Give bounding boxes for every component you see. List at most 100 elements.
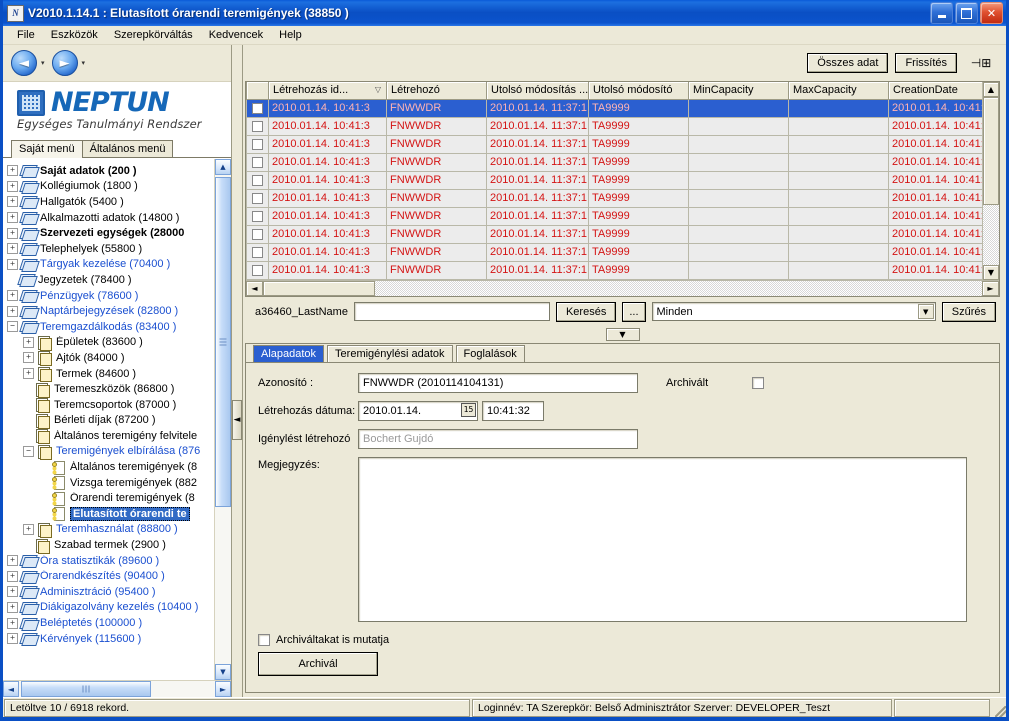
chevron-down-icon[interactable]: ▼ xyxy=(605,328,640,341)
back-icon[interactable]: ◄ xyxy=(11,50,37,76)
row-checkbox[interactable] xyxy=(252,192,263,204)
filter-button[interactable]: Szűrés xyxy=(941,301,996,322)
splitter-collapse-handle[interactable]: ◄ xyxy=(232,400,242,440)
tree-vertical-scrollbar[interactable]: ▲ ▼ xyxy=(214,159,231,680)
tree-item[interactable]: + Pénzügyek (78600 ) xyxy=(7,288,214,304)
note-textarea[interactable] xyxy=(358,456,967,622)
chevron-down-icon[interactable]: ▼ xyxy=(917,304,934,319)
tree-item[interactable]: + Óra statisztikák (89600 ) xyxy=(7,553,214,569)
grid-column-header[interactable]: Létrehozás id... ▽ xyxy=(268,82,387,100)
tree-item[interactable]: + Diákigazolvány kezelés (10400 ) xyxy=(7,600,214,616)
row-checkbox[interactable] xyxy=(252,174,263,186)
tree-item[interactable]: Általános teremigény felvitele xyxy=(7,428,214,445)
grid-column-header[interactable]: CreationDate xyxy=(888,82,982,100)
close-button[interactable]: ✕ xyxy=(980,2,1003,24)
table-row[interactable]: 2010.01.14. 10:41:3 FNWWDR 2010.01.14. 11:… xyxy=(246,135,982,154)
tree-hscroll-track[interactable] xyxy=(19,681,215,697)
row-checkbox[interactable] xyxy=(252,156,263,168)
tree-expand-icon[interactable]: + xyxy=(23,368,34,380)
tree-expand-icon[interactable]: + xyxy=(7,227,18,239)
tree-item[interactable]: Szabad termek (2900 ) xyxy=(7,537,214,554)
tree-scroll-track[interactable] xyxy=(215,175,231,664)
tree-item[interactable]: + Termek (84600 ) xyxy=(7,366,214,383)
tree-expand-icon[interactable]: + xyxy=(7,555,18,567)
tree-item[interactable]: + Épületek (83600 ) xyxy=(7,335,214,351)
row-checkbox[interactable] xyxy=(252,138,263,150)
tree-item[interactable]: + Adminisztráció (95400 ) xyxy=(7,584,214,600)
tree-item[interactable]: − Teremigények elbírálása (876 xyxy=(7,444,214,460)
row-checkbox-cell[interactable] xyxy=(246,117,269,136)
grid-horizontal-scrollbar[interactable]: ◄ ► xyxy=(246,279,999,296)
pin-icon[interactable]: ⊣⊞ xyxy=(971,55,992,71)
show-archived-checkbox[interactable] xyxy=(258,634,270,646)
tree-item[interactable]: + Kollégiumok (1800 ) xyxy=(7,179,214,195)
tree-expand-icon[interactable]: + xyxy=(7,258,18,270)
creation-time-field[interactable]: 10:41:32 xyxy=(482,400,544,421)
tree-expand-icon[interactable]: + xyxy=(7,212,18,224)
refresh-button[interactable]: Frissítés xyxy=(895,53,957,73)
search-input[interactable] xyxy=(353,302,550,321)
grid-body[interactable]: 2010.01.14. 10:41:3 FNWWDR 2010.01.14. 11:… xyxy=(246,99,982,280)
tree-item[interactable]: Teremeszközök (86800 ) xyxy=(7,381,214,398)
requester-field[interactable]: Bochert Gujdó xyxy=(358,428,638,449)
tree-item[interactable]: Teremcsoportok (87000 ) xyxy=(7,397,214,414)
grid-column-header[interactable]: Létrehozó xyxy=(386,82,487,100)
back-dropdown-caret-icon[interactable]: ▾ xyxy=(40,59,49,67)
table-row[interactable]: 2010.01.14. 10:41:3 FNWWDR 2010.01.14. 11:… xyxy=(246,243,982,262)
tree-item[interactable]: + Beléptetés (100000 ) xyxy=(7,615,214,631)
menu-item-help[interactable]: Help xyxy=(271,27,310,43)
tree-item[interactable]: Jegyzetek (78400 ) xyxy=(7,272,214,288)
table-row[interactable]: 2010.01.14. 10:41:3 FNWWDR 2010.01.14. 11:… xyxy=(246,207,982,226)
tree-expand-icon[interactable]: + xyxy=(7,586,18,598)
grid-scroll-down-icon[interactable]: ▼ xyxy=(983,264,999,280)
tab-alapadatok[interactable]: Alapadatok xyxy=(253,344,325,362)
tree-item[interactable]: + Telephelyek (55800 ) xyxy=(7,241,214,257)
tree-item[interactable]: Órarendi teremigények (8 xyxy=(7,490,214,506)
row-checkbox-cell[interactable] xyxy=(246,189,269,208)
row-checkbox-cell[interactable] xyxy=(246,99,269,118)
tree-item[interactable]: Általános teremigények (8 xyxy=(7,459,214,475)
tree-item[interactable]: + Naptárbejegyzések (82800 ) xyxy=(7,303,214,319)
table-row[interactable]: 2010.01.14. 10:41:3 FNWWDR 2010.01.14. 11:… xyxy=(246,99,982,118)
maximize-button[interactable] xyxy=(955,2,978,24)
grid-column-header[interactable]: Utolsó módosítás ... xyxy=(486,82,589,100)
grid-vertical-scrollbar[interactable]: ▲ ▼ xyxy=(982,82,999,280)
resize-grip-icon[interactable] xyxy=(992,699,1006,717)
search-button[interactable]: Keresés xyxy=(555,301,617,322)
tree-item[interactable]: + Ajtók (84000 ) xyxy=(7,350,214,367)
calendar-icon[interactable]: 15 xyxy=(461,402,476,417)
table-row[interactable]: 2010.01.14. 10:41:3 FNWWDR 2010.01.14. 11:… xyxy=(246,171,982,190)
tree-item[interactable]: + Hallgatók (5400 ) xyxy=(7,194,214,210)
menu-item-file[interactable]: File xyxy=(9,27,43,43)
menu-item-kedvencek[interactable]: Kedvencek xyxy=(201,27,271,43)
grid-vscroll-thumb[interactable] xyxy=(983,97,999,205)
tree-hscroll-thumb[interactable] xyxy=(21,681,151,697)
tree-expand-icon[interactable]: + xyxy=(7,633,18,645)
tree-scroll-left-icon[interactable]: ◄ xyxy=(3,681,19,697)
archive-button[interactable]: Archivál xyxy=(258,652,378,676)
tree-item[interactable]: + Tárgyak kezelése (70400 ) xyxy=(7,257,214,273)
table-row[interactable]: 2010.01.14. 10:41:3 FNWWDR 2010.01.14. 11:… xyxy=(246,189,982,208)
grid-vscroll-track[interactable] xyxy=(983,97,999,265)
tree-expand-icon[interactable]: + xyxy=(7,617,18,629)
row-checkbox[interactable] xyxy=(252,246,263,258)
tree-expand-icon[interactable]: + xyxy=(7,165,18,177)
table-row[interactable]: 2010.01.14. 10:41:3 FNWWDR 2010.01.14. 11:… xyxy=(246,153,982,172)
grid-scroll-up-icon[interactable]: ▲ xyxy=(983,82,999,97)
creation-date-field[interactable]: 2010.01.14. xyxy=(358,400,478,421)
tree-horizontal-scrollbar[interactable]: ◄ ► xyxy=(3,680,231,697)
grid-column-header[interactable]: MinCapacity xyxy=(688,82,789,100)
grid-column-header[interactable]: Utolsó módosító xyxy=(588,82,689,100)
tree-expand-icon[interactable]: + xyxy=(7,570,18,582)
row-checkbox-cell[interactable] xyxy=(246,261,269,280)
tree-expand-icon[interactable]: + xyxy=(7,601,18,613)
tree-expand-icon[interactable]: + xyxy=(23,336,34,348)
tree-item[interactable]: + Alkalmazotti adatok (14800 ) xyxy=(7,210,214,226)
grid-hscroll-thumb[interactable] xyxy=(263,280,375,296)
tree-item[interactable]: Elutasított órarendi te xyxy=(7,506,214,522)
grid-select-all-header[interactable] xyxy=(246,82,269,100)
tab-sajat-menu[interactable]: Saját menü xyxy=(11,140,83,158)
forward-icon[interactable]: ► xyxy=(51,50,78,76)
tree-expand-icon[interactable]: + xyxy=(7,196,18,208)
row-checkbox[interactable] xyxy=(252,120,263,132)
